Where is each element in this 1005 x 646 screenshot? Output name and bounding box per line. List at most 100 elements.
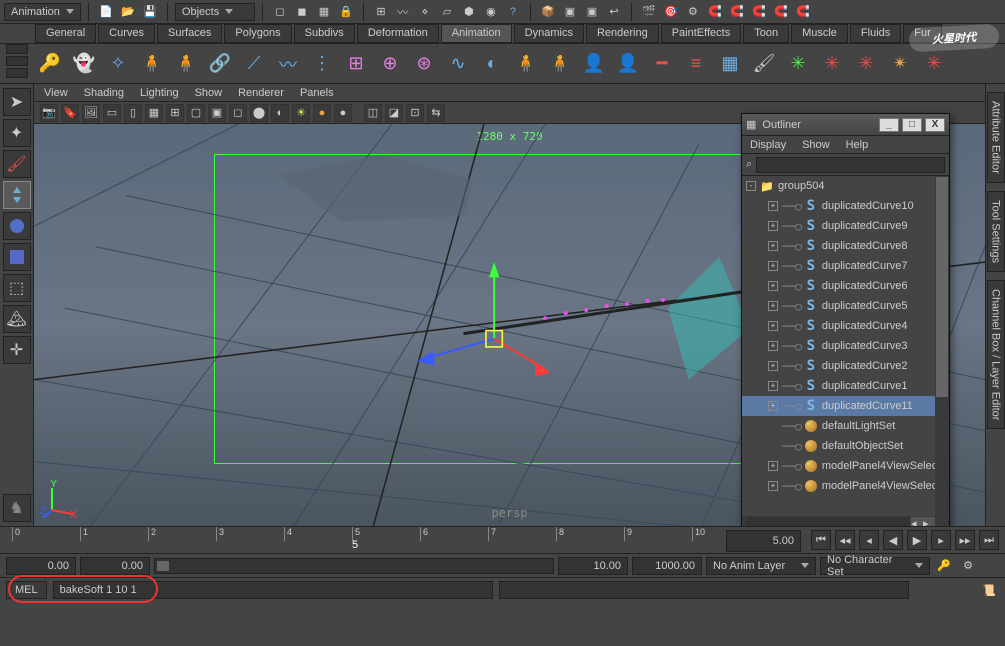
cluster-icon[interactable]: ⋮ [307, 49, 337, 79]
spark-orange-icon[interactable]: ✴ [885, 49, 915, 79]
step-back-button[interactable]: ◂ [859, 530, 879, 550]
resolution-gate-icon[interactable]: ▯ [124, 104, 142, 122]
expand-toggle[interactable]: + [768, 461, 778, 471]
anim-layer-dropdown[interactable]: No Anim Layer [706, 557, 816, 575]
lattice-icon[interactable]: ⊞ [341, 49, 371, 79]
scale-tool[interactable] [3, 243, 31, 271]
xray-icon[interactable]: ◪ [385, 104, 403, 122]
dock-tab-tool-settings[interactable]: Tool Settings [987, 191, 1005, 272]
wireframe-icon[interactable]: ◻ [229, 104, 247, 122]
snap-view-icon[interactable]: ◉ [481, 2, 501, 22]
show-batch-icon[interactable]: 🧲 [749, 2, 769, 22]
camera-select-icon[interactable]: 📷 [40, 104, 58, 122]
cancel-batch-icon[interactable]: 🧲 [771, 2, 791, 22]
outliner-item[interactable]: +──○SduplicatedCurve5 [742, 296, 949, 316]
snap-plane-icon[interactable]: ▱ [437, 2, 457, 22]
shelf-tab-animation[interactable]: Animation [441, 24, 512, 43]
outliner-item[interactable]: ──○defaultObjectSet [742, 436, 949, 456]
show-manip-tool[interactable]: ✛ [3, 336, 31, 364]
motion-path-icon[interactable]: ━ [647, 49, 677, 79]
dock-tab-attribute-editor[interactable]: Attribute Editor [987, 92, 1005, 183]
inputs-icon[interactable]: ▣ [560, 2, 580, 22]
shelf-tab-polygons[interactable]: Polygons [224, 24, 291, 43]
shelf-tab-rendering[interactable]: Rendering [586, 24, 659, 43]
outliner-scrollbar-vertical[interactable] [935, 176, 949, 516]
shelf-tab-subdivs[interactable]: Subdivs [294, 24, 355, 43]
xray-joints-icon[interactable]: ⊡ [406, 104, 424, 122]
flow-path-icon[interactable]: ≡ [681, 49, 711, 79]
expand-toggle[interactable]: + [768, 481, 778, 491]
spark-red2-icon[interactable]: ✳ [851, 49, 881, 79]
script-language-label[interactable]: MEL [6, 581, 47, 599]
open-scene-icon[interactable]: 📂 [118, 2, 138, 22]
character-set-dropdown[interactable]: No Character Set [820, 557, 930, 575]
snap-curve-icon[interactable]: 〰 [393, 2, 413, 22]
step-back-key-button[interactable]: ◂◂ [835, 530, 855, 550]
joint-tool-icon[interactable]: 🔗 [205, 49, 235, 79]
help-icon[interactable]: ? [503, 2, 523, 22]
expand-toggle[interactable]: + [768, 281, 778, 291]
range-end-field[interactable]: 1000.00 [632, 557, 702, 575]
shelf-tab-dynamics[interactable]: Dynamics [514, 24, 584, 43]
outliner-item[interactable]: +──○modelPanel4ViewSelecte [742, 456, 949, 476]
ik-spline-icon[interactable]: 〰 [273, 49, 303, 79]
select-by-component-icon[interactable]: ▦ [314, 2, 334, 22]
snap-grid-icon[interactable]: ⊞ [371, 2, 391, 22]
shelf-selector[interactable] [6, 44, 28, 78]
head-b-icon[interactable]: 👤 [613, 49, 643, 79]
auto-key-button[interactable]: 🔑 [934, 556, 954, 576]
shelf-tab-painteffects[interactable]: PaintEffects [661, 24, 742, 43]
safe-action-icon[interactable]: ▢ [187, 104, 205, 122]
sculpt-icon[interactable]: ⊛ [409, 49, 439, 79]
panel-menu-shading[interactable]: Shading [84, 87, 124, 99]
outliner-item[interactable]: +──○SduplicatedCurve9 [742, 216, 949, 236]
close-button[interactable]: X [925, 118, 945, 132]
shelf-tab-curves[interactable]: Curves [98, 24, 155, 43]
save-scene-icon[interactable]: 💾 [140, 2, 160, 22]
outliner-item[interactable]: +──○SduplicatedCurve1 [742, 376, 949, 396]
batch-render-icon[interactable]: 🧲 [727, 2, 747, 22]
command-line-input[interactable] [53, 581, 493, 599]
panel-menu-show[interactable]: Show [195, 87, 223, 99]
isolate-icon[interactable]: ◫ [364, 104, 382, 122]
snap-point-icon[interactable]: ⋄ [415, 2, 435, 22]
play-back-button[interactable]: ◀ [883, 530, 903, 550]
outliner-item[interactable]: +──○SduplicatedCurve4 [742, 316, 949, 336]
char-b-icon[interactable]: 🧍 [171, 49, 201, 79]
expand-toggle[interactable]: + [768, 201, 778, 211]
new-scene-icon[interactable]: 📄 [96, 2, 116, 22]
image-plane-icon[interactable]: 🖼 [82, 104, 100, 122]
select-by-hierarchy-icon[interactable]: ◻ [270, 2, 290, 22]
shelf-tab-fluids[interactable]: Fluids [850, 24, 901, 43]
play-forward-button[interactable]: ▶ [907, 530, 927, 550]
panel-menu-renderer[interactable]: Renderer [238, 87, 284, 99]
expand-toggle[interactable] [768, 421, 778, 431]
ik-handle-icon[interactable]: ⟋ [239, 49, 269, 79]
current-time-field[interactable]: 5.00 [726, 530, 801, 552]
paint-select-tool[interactable]: 🖌 [3, 150, 31, 178]
use-lights-icon[interactable]: ☀ [292, 104, 310, 122]
outliner-item[interactable]: +──○SduplicatedCurve3 [742, 336, 949, 356]
time-slider[interactable]: 0123456789105 [0, 527, 722, 555]
outliner-menu-help[interactable]: Help [846, 139, 869, 151]
expand-toggle[interactable]: + [768, 401, 778, 411]
ipr-render-icon[interactable]: 🎯 [661, 2, 681, 22]
last-tool[interactable]: ♞ [3, 494, 31, 522]
rotate-tool[interactable] [3, 212, 31, 240]
lasso-tool[interactable]: ✦ [3, 119, 31, 147]
spark-green-icon[interactable]: ✳ [783, 49, 813, 79]
expand-toggle[interactable]: + [768, 361, 778, 371]
universal-manip-tool[interactable]: ⬚ [3, 274, 31, 302]
select-by-object-icon[interactable]: ◼ [292, 2, 312, 22]
set-key-icon[interactable]: 🔑 [35, 49, 65, 79]
selection-mask-dropdown[interactable]: Objects [175, 3, 255, 21]
panel-menu-lighting[interactable]: Lighting [140, 87, 179, 99]
move-tool[interactable] [3, 181, 31, 209]
safe-title-icon[interactable]: ▣ [208, 104, 226, 122]
render-globals-icon[interactable]: ⚙ [683, 2, 703, 22]
outliner-item[interactable]: +──○SduplicatedCurve10 [742, 196, 949, 216]
outliner-item[interactable]: -📁group504 [742, 176, 949, 196]
construction-history-icon[interactable]: ↩ [604, 2, 624, 22]
expand-toggle[interactable]: + [768, 381, 778, 391]
bookmark-icon[interactable]: 🔖 [61, 104, 79, 122]
